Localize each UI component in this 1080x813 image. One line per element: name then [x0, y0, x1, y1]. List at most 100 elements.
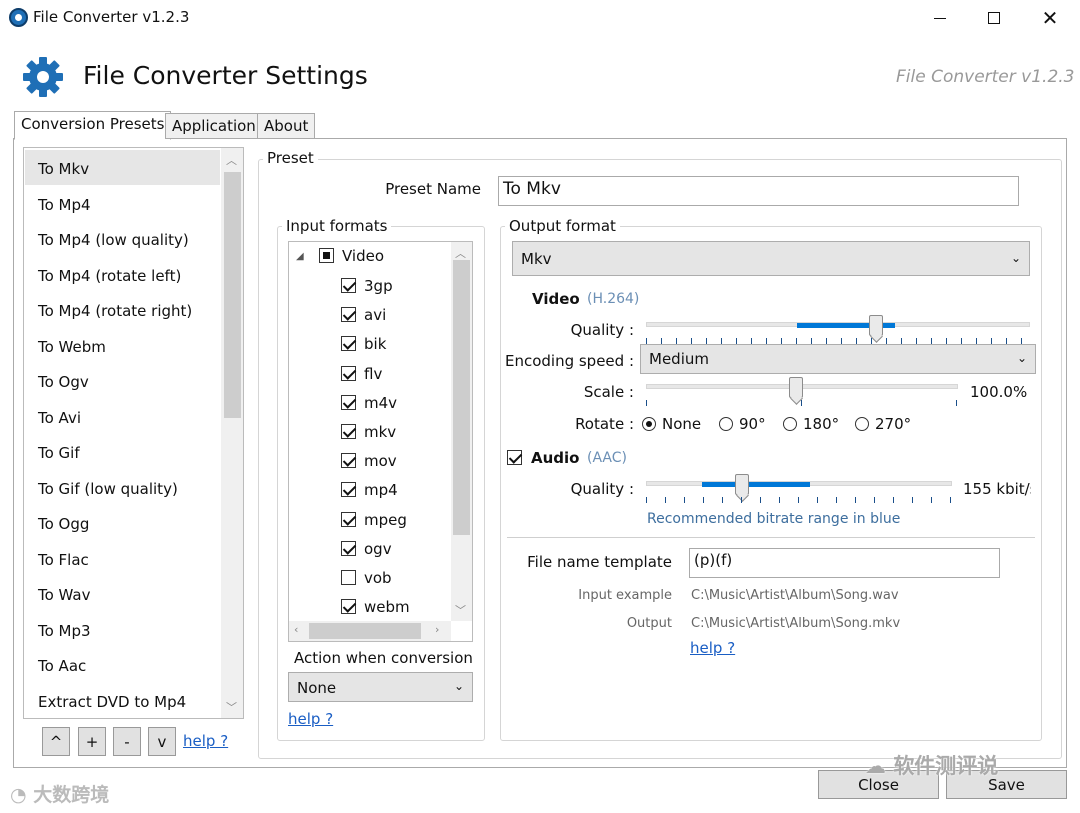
scroll-up-icon[interactable]: ︿ [226, 152, 237, 168]
template-input[interactable]: (p)(f) [689, 548, 1000, 578]
format-row-3gp[interactable]: 3gp [341, 277, 393, 299]
add-preset-button[interactable]: + [78, 727, 106, 756]
audio-checkbox[interactable] [507, 450, 522, 465]
format-checkbox[interactable] [341, 599, 356, 615]
collapse-triangle-icon[interactable]: ◢ [296, 251, 304, 262]
rotate-radio[interactable] [642, 417, 656, 431]
rotate-radio[interactable] [855, 417, 869, 431]
input-example-value: C:\Music\Artist\Album\Song.wav [691, 588, 899, 603]
tab-conversion-presets[interactable]: Conversion Presets [14, 111, 172, 140]
rotate-option[interactable]: 270° [855, 415, 911, 433]
format-row-vob[interactable]: vob [341, 569, 392, 591]
preset-list-item[interactable]: To Mkv [25, 150, 220, 185]
template-label: File name template [527, 553, 672, 571]
format-checkbox[interactable] [341, 453, 356, 469]
format-row-webm[interactable]: webm [341, 598, 410, 620]
watermark-left-text: 大数跨境 [33, 784, 110, 806]
format-row-mp4[interactable]: mp4 [341, 481, 398, 503]
maximize-button[interactable] [966, 0, 1022, 36]
format-row-ogv[interactable]: ogv [341, 540, 392, 562]
presets-help-link[interactable]: help ? [183, 732, 228, 750]
preset-list-item[interactable]: To Mp4 (rotate right) [25, 292, 220, 327]
rotate-radio[interactable] [719, 417, 733, 431]
format-checkbox[interactable] [341, 540, 356, 556]
format-checkbox[interactable] [341, 482, 356, 498]
rotate-label: Rotate : [575, 415, 634, 433]
preset-list-item[interactable]: To Gif [25, 434, 220, 469]
format-row-flv[interactable]: flv [341, 365, 382, 387]
preset-list-item[interactable]: To Gif (low quality) [25, 470, 220, 505]
rotate-radio[interactable] [783, 417, 797, 431]
scale-slider[interactable] [646, 377, 958, 410]
format-row-mov[interactable]: mov [341, 452, 397, 474]
format-checkbox[interactable] [341, 424, 356, 439]
tab-about[interactable]: About [257, 113, 316, 139]
audio-toggle[interactable] [507, 449, 530, 467]
format-checkbox[interactable] [341, 511, 356, 527]
remove-preset-button[interactable]: - [113, 727, 141, 756]
audio-quality-thumb[interactable] [735, 474, 749, 495]
page-title: File Converter Settings [83, 61, 368, 90]
audio-quality-label: Quality : [570, 480, 634, 498]
preset-list-item[interactable]: To Flac [25, 541, 220, 576]
preset-list-item[interactable]: To Webm [25, 328, 220, 363]
format-tree[interactable]: ◢ Video 3gp avi bik flv m4v mkv mov mp4 mpeg ogv v… [288, 241, 473, 642]
preset-list-item[interactable]: To Wav [25, 576, 220, 611]
preset-list-item[interactable]: To Mp3 [25, 612, 220, 647]
format-checkbox[interactable] [341, 336, 356, 352]
format-row-bik[interactable]: bik [341, 335, 386, 357]
video-quality-thumb[interactable] [869, 315, 883, 336]
rotate-option[interactable]: None [642, 415, 701, 433]
tree-vertical-thumb[interactable] [453, 260, 470, 535]
close-window-button[interactable]: ✕ [1022, 0, 1078, 36]
preset-list-item[interactable]: To Mp4 (low quality) [25, 221, 220, 256]
tree-scroll-up-icon[interactable]: ︿ [455, 245, 466, 261]
preset-list-item[interactable]: Extract DVD to Mp4 [25, 683, 220, 718]
minimize-button[interactable] [912, 0, 968, 36]
rotate-option[interactable]: 90° [719, 415, 766, 433]
tree-node-video[interactable]: Video [319, 247, 384, 269]
watermark-right-text: 软件测评说 [893, 754, 999, 778]
format-checkbox[interactable] [341, 365, 356, 381]
tab-application[interactable]: Application [165, 113, 263, 139]
format-row-avi[interactable]: avi [341, 306, 386, 328]
video-checkbox[interactable] [319, 248, 334, 263]
preset-list-item[interactable]: To Aac [25, 647, 220, 682]
action-select-value: None [297, 679, 337, 697]
encoding-speed-select[interactable]: Medium ⌄ [640, 344, 1036, 374]
preset-list-item[interactable]: To Avi [25, 399, 220, 434]
output-help-link[interactable]: help ? [690, 639, 735, 657]
action-select[interactable]: None ⌄ [288, 672, 473, 702]
format-row-m4v[interactable]: m4v [341, 394, 397, 416]
format-checkbox[interactable] [341, 394, 356, 410]
format-checkbox[interactable] [341, 307, 356, 323]
tree-scroll-right-icon[interactable]: › [435, 623, 439, 636]
minimize-icon [934, 17, 946, 19]
encoding-speed-value: Medium [649, 350, 709, 368]
tree-horizontal-thumb[interactable] [309, 623, 421, 639]
tree-scroll-down-icon[interactable]: ﹀ [455, 602, 466, 618]
scale-thumb[interactable] [789, 377, 803, 398]
format-checkbox[interactable] [341, 278, 356, 293]
scroll-down-icon[interactable]: ﹀ [226, 699, 237, 715]
format-row-mpeg[interactable]: mpeg [341, 511, 407, 533]
preset-list-item[interactable]: To Ogv [25, 363, 220, 398]
format-label: mpeg [364, 510, 407, 529]
preset-list-item[interactable]: To Mp4 (rotate left) [25, 257, 220, 292]
output-format-select[interactable]: Mkv ⌄ [512, 241, 1030, 276]
format-checkbox[interactable] [341, 570, 356, 585]
preset-list[interactable]: To Mkv To Mp4 To Mp4 (low quality) To Mp4 (… [23, 147, 244, 719]
audio-quality-slider[interactable] [646, 474, 952, 507]
preset-list-item[interactable]: To Ogg [25, 505, 220, 540]
preset-name-input[interactable]: To Mkv [498, 176, 1019, 206]
format-row-mkv[interactable]: mkv [341, 423, 396, 445]
input-help-link[interactable]: help ? [288, 710, 333, 728]
move-up-button[interactable]: ^ [42, 727, 70, 756]
move-down-button[interactable]: v [148, 727, 176, 756]
title-bar: File Converter v1.2.3 ✕ [0, 0, 1080, 36]
rotate-option[interactable]: 180° [783, 415, 839, 433]
preset-list-item[interactable]: To Mp4 [25, 186, 220, 221]
list-scrollbar-thumb[interactable] [224, 172, 241, 418]
chevron-down-icon: ⌄ [1016, 351, 1027, 365]
tree-scroll-left-icon[interactable]: ‹ [294, 623, 298, 636]
